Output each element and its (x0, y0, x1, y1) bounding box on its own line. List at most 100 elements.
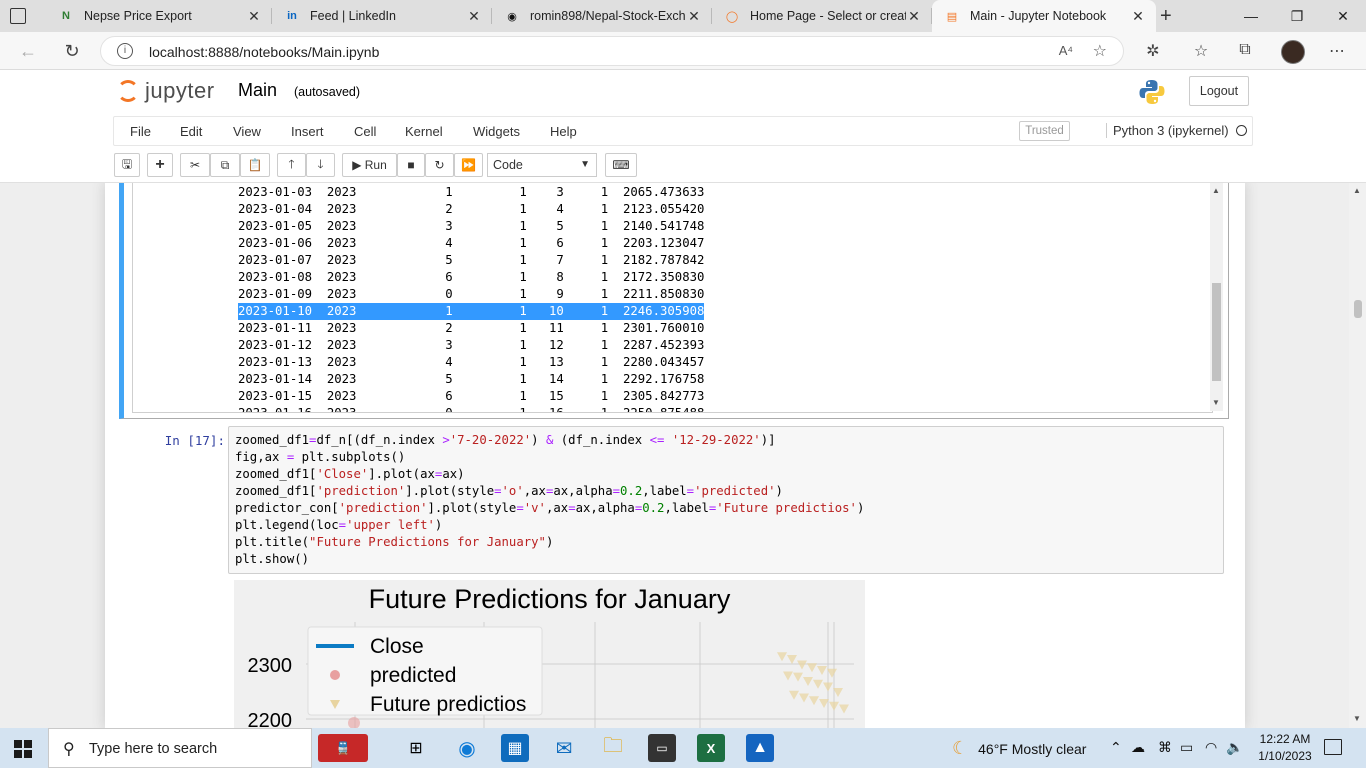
file-explorer-icon[interactable]: 🗀 (599, 734, 627, 762)
logout-button[interactable]: Logout (1189, 76, 1249, 106)
wifi-icon[interactable]: ◠ (1205, 739, 1217, 756)
windows-start-icon[interactable] (14, 740, 32, 758)
jupyter-logo[interactable]: jupyter (117, 78, 215, 104)
edge-icon[interactable]: ◉ (453, 734, 481, 762)
menu-edit[interactable]: Edit (180, 124, 202, 139)
new-tab-button[interactable]: + (1160, 5, 1172, 28)
cut-icon[interactable]: ✂ (180, 153, 210, 177)
output-scroll-thumb[interactable] (1212, 283, 1221, 381)
copy-icon[interactable]: ⧉ (210, 153, 240, 177)
cell-type-select[interactable]: Code ▼ (487, 153, 597, 177)
taskbar-search[interactable]: ⚲ Type here to search (48, 728, 312, 768)
meet-now-icon[interactable]: ⌘ (1158, 739, 1172, 756)
more-menu-icon[interactable]: ⋯ (1326, 41, 1348, 61)
tab-title: Feed | LinkedIn (310, 9, 396, 23)
insert-cell-icon[interactable]: + (147, 153, 173, 177)
scroll-up-icon[interactable]: ▲ (1212, 186, 1220, 195)
python-icon (1139, 80, 1165, 104)
maximize-button[interactable]: ❐ (1274, 0, 1320, 32)
onedrive-icon[interactable]: ☁ (1131, 739, 1145, 756)
move-up-icon[interactable]: 🡑 (277, 153, 306, 177)
output-scrollbar[interactable]: ▲ ▼ (1210, 183, 1223, 411)
close-tab-icon[interactable]: ✕ (906, 8, 922, 25)
task-view-icon[interactable]: ⊞ (402, 734, 430, 762)
menu-widgets[interactable]: Widgets (473, 124, 520, 139)
search-placeholder: Type here to search (89, 741, 218, 757)
dataframe-row: 2023-01-04 2023 2 1 4 1 2123.055420 (238, 202, 705, 216)
notification-icon[interactable] (1324, 739, 1342, 755)
menu-file[interactable]: File (130, 124, 151, 139)
browser-tab-2[interactable]: in Feed | LinkedIn ✕ (272, 0, 492, 32)
menu-cell[interactable]: Cell (354, 124, 376, 139)
menu-kernel[interactable]: Kernel (405, 124, 443, 139)
show-hidden-icons[interactable]: ⌃ (1110, 739, 1122, 756)
legend-label: predicted (370, 664, 456, 687)
dataframe-output[interactable]: 2023-01-03 2023 1 1 3 1 2065.473633 2023-… (132, 183, 1213, 413)
close-window-button[interactable]: ✕ (1320, 0, 1366, 32)
volume-icon[interactable]: 🔈 (1226, 739, 1243, 756)
autosave-status: (autosaved) (294, 85, 361, 99)
photos-icon[interactable]: ▲ (746, 734, 774, 762)
save-icon[interactable]: 🖫 (114, 153, 140, 177)
site-info-icon[interactable]: i (117, 43, 133, 59)
refresh-icon[interactable]: ↻ (58, 38, 86, 64)
code-line: plt.show() (235, 552, 310, 566)
dataframe-row: 2023-01-06 2023 4 1 6 1 2203.123047 (238, 236, 705, 250)
mail-icon[interactable]: ✉ (550, 734, 578, 762)
url-text[interactable]: localhost:8888/notebooks/Main.ipynb (149, 44, 379, 60)
menu-insert[interactable]: Insert (291, 124, 324, 139)
page-scroll-down-icon[interactable]: ▼ (1353, 714, 1361, 723)
page-scrollbar[interactable]: ▲ ▼ (1349, 183, 1366, 728)
read-aloud-icon[interactable]: A⁴ (1059, 43, 1073, 58)
back-icon[interactable]: ← (14, 38, 42, 64)
browser-tab-3[interactable]: ◉ romin898/Nepal-Stock-Excha ✕ (492, 0, 712, 32)
restart-icon[interactable]: ↻ (425, 153, 454, 177)
kernel-name[interactable]: Python 3 (ipykernel) (1106, 123, 1229, 138)
code-line: fig,ax = plt.subplots() (235, 450, 406, 464)
window-menu-icon[interactable] (10, 8, 26, 24)
close-tab-icon[interactable]: ✕ (1130, 8, 1146, 25)
tab-favicon-icon: N (62, 10, 70, 22)
tab-favicon-icon: in (287, 10, 297, 22)
close-tab-icon[interactable]: ✕ (686, 8, 702, 25)
scroll-down-icon[interactable]: ▼ (1212, 398, 1220, 407)
run-button[interactable]: ▶ Run (342, 153, 397, 177)
moon-cloud-icon: ☾ (952, 738, 969, 758)
page-scroll-thumb[interactable] (1354, 300, 1362, 318)
favorites-icon[interactable]: ☆ (1190, 41, 1212, 61)
command-palette-icon[interactable]: ⌨ (605, 153, 637, 177)
paste-icon[interactable]: 📋 (240, 153, 270, 177)
code-editor[interactable]: zoomed_df1=df_n[(df_n.index >'7-20-2022'… (228, 426, 1224, 574)
restart-run-all-icon[interactable]: ⏩ (454, 153, 483, 177)
jupyter-toolbar: 🖫 + ✂ ⧉ 📋 🡑 🡓 ▶ Run ■ ↻ ⏩ ⌨ (0, 146, 1366, 183)
browser-tab-1[interactable]: N Nepse Price Export ✕ (46, 0, 272, 32)
y-tick-label: 2200 (248, 710, 293, 728)
code-line: plt.title("Future Predictions for Januar… (235, 535, 554, 549)
browser-tab-5[interactable]: ▤ Main - Jupyter Notebook ✕ (932, 0, 1156, 32)
page-scroll-up-icon[interactable]: ▲ (1353, 186, 1361, 195)
move-down-icon[interactable]: 🡓 (306, 153, 335, 177)
trusted-badge[interactable]: Trusted (1019, 121, 1070, 141)
close-tab-icon[interactable]: ✕ (246, 8, 262, 25)
battery-icon[interactable]: ▭ (1180, 739, 1193, 756)
menu-help[interactable]: Help (550, 124, 577, 139)
output-cell-selected[interactable]: 2023-01-03 2023 1 1 3 1 2065.473633 2023-… (119, 183, 1229, 419)
extensions-icon[interactable]: ✲ (1142, 41, 1164, 61)
notebook-name[interactable]: Main (238, 80, 277, 101)
chevron-down-icon: ▼ (580, 159, 590, 170)
address-bar[interactable]: i localhost:8888/notebooks/Main.ipynb A⁴… (100, 36, 1124, 66)
profile-avatar[interactable] (1281, 40, 1305, 64)
weather-widget[interactable]: ☾ 46°F Mostly clear (952, 738, 1086, 759)
close-tab-icon[interactable]: ✕ (466, 8, 482, 25)
terminal-icon[interactable]: ▭ (648, 734, 676, 762)
menu-view[interactable]: View (233, 124, 261, 139)
add-favorite-icon[interactable]: ☆ (1093, 41, 1107, 61)
browser-tab-4[interactable]: ◯ Home Page - Select or create ✕ (712, 0, 932, 32)
system-clock[interactable]: 12:22 AM 1/10/2023 (1255, 731, 1315, 765)
store-icon[interactable]: ▦ (501, 734, 529, 762)
minimize-button[interactable]: — (1228, 0, 1274, 32)
interrupt-icon[interactable]: ■ (397, 153, 425, 177)
train-app-icon[interactable]: 🚆 (318, 734, 368, 762)
collections-icon[interactable]: ⧉ (1234, 41, 1256, 59)
excel-icon[interactable]: X (697, 734, 725, 762)
